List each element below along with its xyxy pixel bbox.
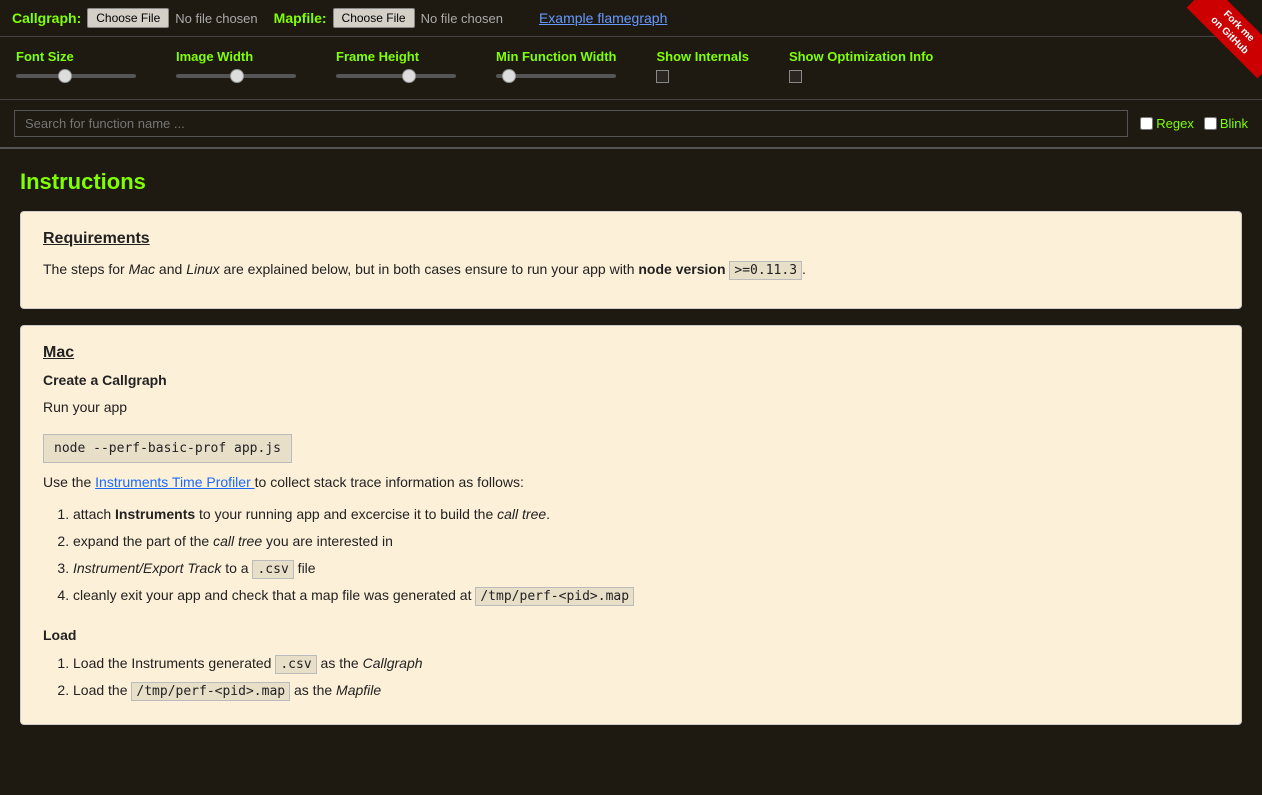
run-app-command: node --perf-basic-prof app.js bbox=[43, 434, 292, 463]
top-bar: Callgraph: Choose File No file chosen Ma… bbox=[0, 0, 1262, 37]
controls-bar: Font Size Image Width Frame Height Min F… bbox=[0, 37, 1262, 100]
list-item: Load the /tmp/perf-<pid>.map as the Mapf… bbox=[73, 678, 1219, 703]
image-width-slider-thumb[interactable] bbox=[230, 69, 244, 83]
req-text-after: are explained below, but in both cases e… bbox=[220, 261, 639, 277]
font-size-slider-thumb[interactable] bbox=[58, 69, 72, 83]
min-function-width-slider-thumb[interactable] bbox=[502, 69, 516, 83]
callgraph-file-button[interactable]: Choose File bbox=[87, 8, 169, 28]
min-function-width-control: Min Function Width bbox=[496, 49, 616, 78]
instruments-link[interactable]: Instruments Time Profiler bbox=[95, 474, 255, 490]
search-input[interactable] bbox=[14, 110, 1128, 137]
list-item: Load the Instruments generated .csv as t… bbox=[73, 651, 1219, 676]
font-size-control: Font Size bbox=[16, 49, 136, 78]
list-item: attach Instruments to your running app a… bbox=[73, 502, 1219, 527]
search-options: Regex Blink bbox=[1140, 116, 1248, 131]
regex-option: Regex bbox=[1140, 116, 1194, 131]
req-linux: Linux bbox=[186, 261, 219, 277]
show-optimization-control: Show Optimization Info bbox=[789, 49, 933, 83]
callgraph-group: Callgraph: Choose File No file chosen bbox=[12, 8, 258, 28]
font-size-label: Font Size bbox=[16, 49, 74, 64]
req-period: . bbox=[802, 261, 806, 277]
use-instruments-text: Use the Instruments Time Profiler to col… bbox=[43, 471, 1219, 493]
csv-code: .csv bbox=[252, 560, 293, 579]
show-optimization-label: Show Optimization Info bbox=[789, 49, 933, 64]
frame-height-slider-thumb[interactable] bbox=[402, 69, 416, 83]
req-node: node version bbox=[638, 261, 725, 277]
image-width-slider-track[interactable] bbox=[176, 74, 296, 78]
list-item: expand the part of the call tree you are… bbox=[73, 529, 1219, 554]
mac-heading: Mac bbox=[43, 344, 1219, 362]
req-version: >=0.11.3 bbox=[729, 261, 802, 280]
fork-ribbon[interactable]: Fork meon GitHub bbox=[1182, 0, 1262, 80]
frame-height-label: Frame Height bbox=[336, 49, 419, 64]
mapfile-no-file: No file chosen bbox=[421, 11, 503, 26]
instructions-title: Instructions bbox=[20, 169, 1242, 195]
regex-checkbox[interactable] bbox=[1140, 117, 1153, 130]
show-internals-checkbox[interactable] bbox=[656, 70, 669, 83]
mac-steps-list: attach Instruments to your running app a… bbox=[43, 502, 1219, 609]
collect-text: to collect stack trace information as fo… bbox=[255, 474, 524, 490]
min-function-width-slider-track[interactable] bbox=[496, 74, 616, 78]
regex-label: Regex bbox=[1156, 116, 1194, 131]
list-item: cleanly exit your app and check that a m… bbox=[73, 583, 1219, 608]
list-item: Instrument/Export Track to a .csv file bbox=[73, 556, 1219, 581]
mapfile-label: Mapfile: bbox=[274, 10, 327, 26]
show-internals-checkbox-row bbox=[656, 70, 669, 83]
run-app-text: Run your app bbox=[43, 396, 1219, 418]
requirements-card: Requirements The steps for Mac and Linux… bbox=[20, 211, 1242, 309]
frame-height-control: Frame Height bbox=[336, 49, 456, 78]
frame-height-slider-track[interactable] bbox=[336, 74, 456, 78]
fork-ribbon-text: Fork meon GitHub bbox=[1187, 0, 1262, 78]
load-heading: Load bbox=[43, 627, 1219, 643]
callgraph-no-file: No file chosen bbox=[175, 11, 257, 26]
req-mac: Mac bbox=[129, 261, 155, 277]
show-internals-label: Show Internals bbox=[656, 49, 748, 64]
example-flamegraph-link[interactable]: Example flamegraph bbox=[539, 10, 667, 26]
req-and: and bbox=[155, 261, 186, 277]
create-callgraph-heading: Create a Callgraph bbox=[43, 372, 1219, 388]
load-steps-list: Load the Instruments generated .csv as t… bbox=[43, 651, 1219, 704]
main-content: Instructions Requirements The steps for … bbox=[0, 149, 1262, 761]
map-inline: /tmp/perf-<pid>.map bbox=[131, 682, 290, 701]
mapfile-file-button[interactable]: Choose File bbox=[333, 8, 415, 28]
blink-option: Blink bbox=[1204, 116, 1248, 131]
image-width-label: Image Width bbox=[176, 49, 253, 64]
show-optimization-checkbox-row bbox=[789, 70, 802, 83]
image-width-control: Image Width bbox=[176, 49, 296, 78]
use-text: Use the bbox=[43, 474, 95, 490]
mapfile-group: Mapfile: Choose File No file chosen bbox=[274, 8, 503, 28]
req-text-before: The steps for bbox=[43, 261, 129, 277]
blink-checkbox[interactable] bbox=[1204, 117, 1217, 130]
min-function-width-label: Min Function Width bbox=[496, 49, 616, 64]
show-optimization-checkbox[interactable] bbox=[789, 70, 802, 83]
csv-inline: .csv bbox=[275, 655, 316, 674]
blink-label: Blink bbox=[1220, 116, 1248, 131]
map-path-code: /tmp/perf-<pid>.map bbox=[475, 587, 634, 606]
show-internals-control: Show Internals bbox=[656, 49, 748, 83]
mac-card: Mac Create a Callgraph Run your app node… bbox=[20, 325, 1242, 725]
font-size-slider-track[interactable] bbox=[16, 74, 136, 78]
callgraph-label: Callgraph: bbox=[12, 10, 81, 26]
requirements-heading: Requirements bbox=[43, 230, 1219, 248]
requirements-text: The steps for Mac and Linux are explaine… bbox=[43, 258, 1219, 282]
search-bar: Regex Blink bbox=[0, 100, 1262, 149]
